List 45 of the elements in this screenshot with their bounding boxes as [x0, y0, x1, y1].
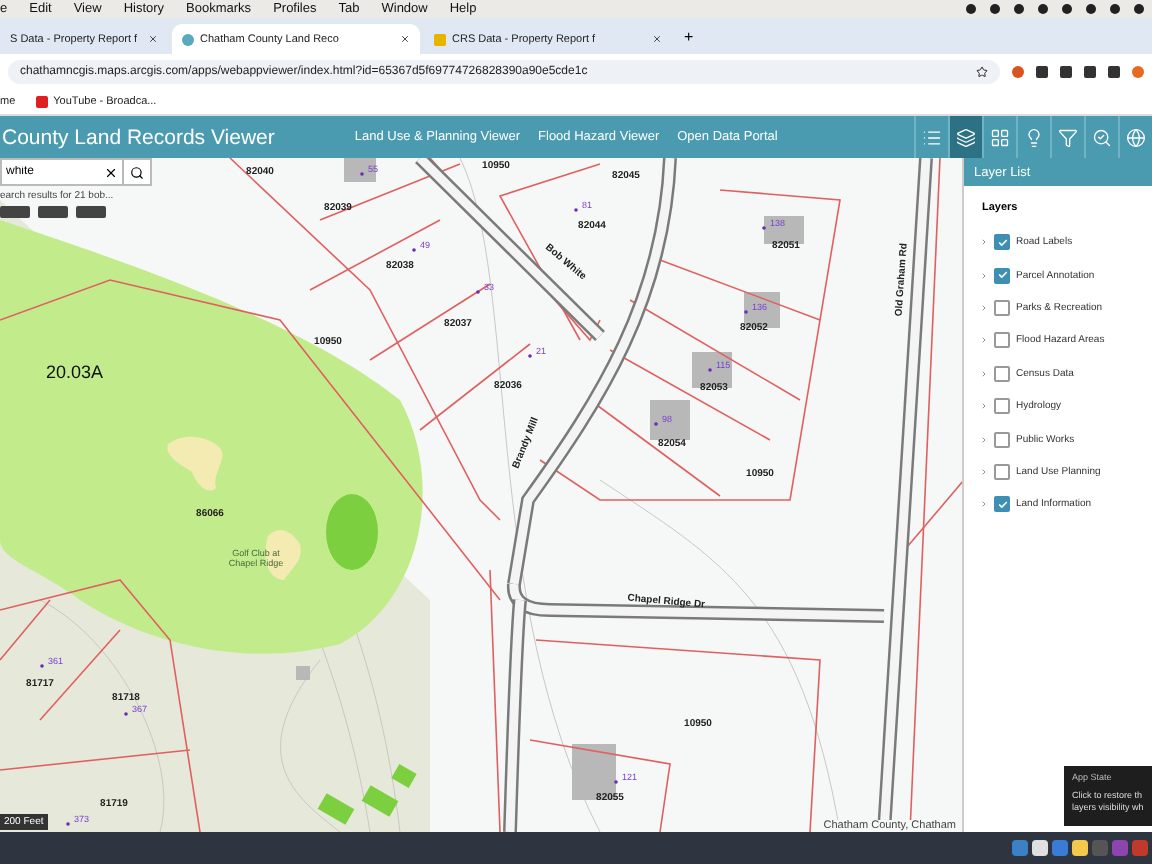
search-icon — [130, 165, 144, 179]
toolbar-button[interactable] — [948, 116, 982, 158]
building-footprint — [650, 400, 690, 440]
layer-checkbox[interactable] — [994, 496, 1010, 513]
grass-patch — [317, 793, 355, 825]
profile-avatar[interactable] — [1132, 66, 1144, 78]
filter-icon — [1058, 127, 1078, 147]
status-icon[interactable] — [1062, 4, 1072, 14]
status-icon[interactable] — [1038, 4, 1048, 14]
app-title: County Land Records Viewer — [0, 125, 277, 149]
building-footprint — [764, 216, 804, 244]
building-footprint — [692, 352, 732, 388]
layer-checkbox[interactable] — [994, 365, 1010, 382]
status-icon[interactable] — [1110, 4, 1120, 14]
status-icon[interactable] — [1134, 4, 1144, 14]
grid-icon — [990, 127, 1010, 147]
building-footprint — [744, 292, 780, 328]
status-icon[interactable] — [966, 4, 976, 14]
site-icon — [182, 33, 194, 45]
video-icon — [35, 96, 48, 108]
sidebar-icon[interactable] — [1108, 66, 1120, 78]
building-footprint — [344, 158, 376, 182]
list-icon — [922, 127, 942, 147]
layer-checkbox[interactable] — [994, 431, 1010, 448]
layer-checkbox[interactable] — [994, 234, 1010, 251]
star-icon[interactable] — [976, 66, 988, 78]
layer-checkbox[interactable] — [994, 332, 1010, 349]
layers-icon — [956, 127, 976, 147]
clear-icon[interactable] — [104, 165, 118, 179]
search-icon — [1092, 127, 1112, 147]
layer-checkbox[interactable] — [994, 299, 1010, 316]
layer-checkbox[interactable] — [994, 463, 1010, 480]
site-icon — [434, 33, 446, 45]
lightbulb-icon — [1024, 127, 1044, 147]
new-tab-button[interactable]: + — [676, 27, 702, 45]
building-footprint — [296, 666, 310, 680]
layer-checkbox[interactable] — [994, 398, 1010, 415]
layer-checkbox[interactable] — [994, 267, 1010, 284]
sand-trap-shape — [167, 436, 223, 491]
acreage-label: 20.03A — [46, 362, 104, 382]
globe-icon — [1126, 127, 1146, 147]
status-icon[interactable] — [1014, 4, 1024, 14]
tree-stand-shape — [326, 494, 378, 570]
status-icon[interactable] — [1086, 4, 1096, 14]
status-icon[interactable] — [990, 4, 1000, 14]
